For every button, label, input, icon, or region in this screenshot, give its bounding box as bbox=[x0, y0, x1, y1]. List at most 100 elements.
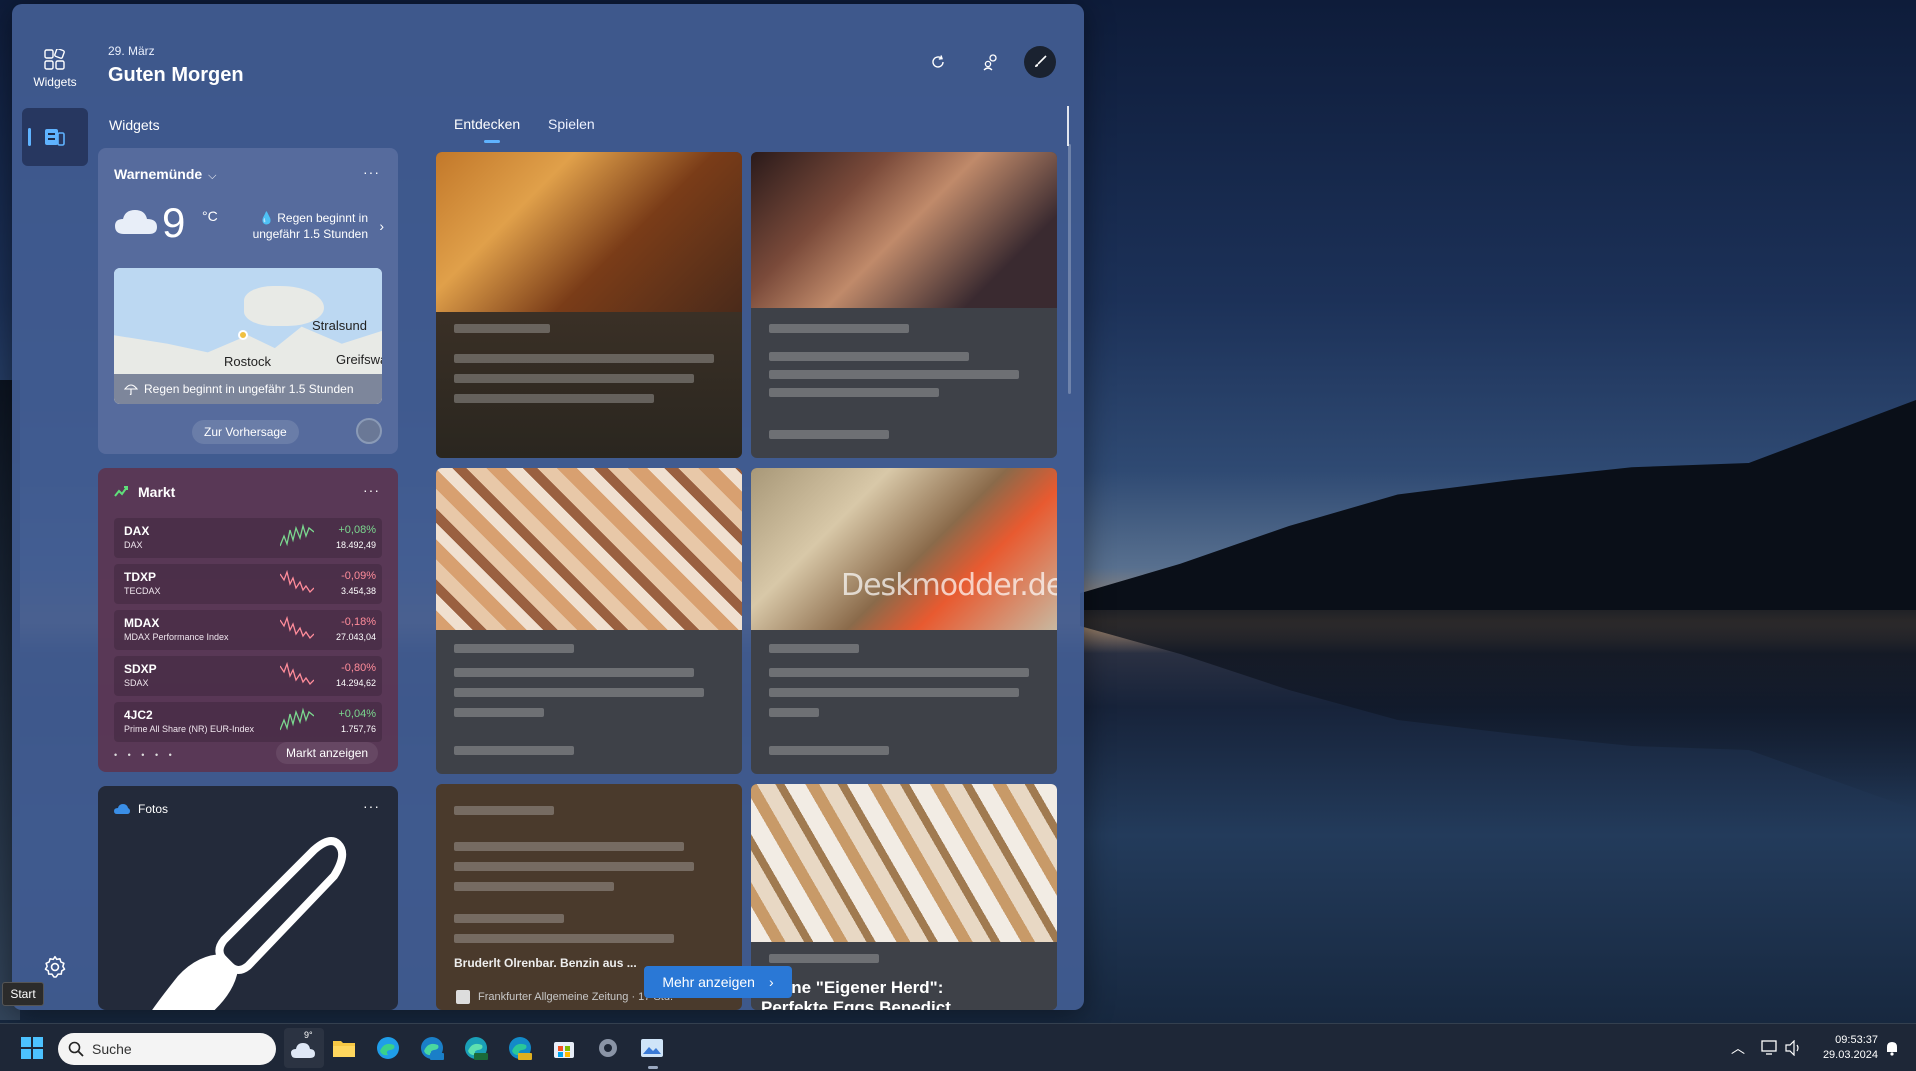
taskbar-edge-dev[interactable] bbox=[462, 1034, 490, 1062]
market-price: 27.043,04 bbox=[335, 632, 376, 642]
news-title-blurred bbox=[454, 708, 544, 717]
map-caption: Regen beginnt in ungefähr 1.5 Stunden bbox=[114, 374, 382, 404]
weather-menu-button[interactable]: ··· bbox=[363, 164, 380, 180]
market-menu-button[interactable]: ··· bbox=[363, 482, 380, 498]
market-row[interactable]: TDXP TECDAX -0,09% 3.454,38 bbox=[114, 564, 382, 604]
chevron-up-icon: ︿ bbox=[1731, 1040, 1745, 1056]
news-card[interactable] bbox=[751, 152, 1057, 458]
weather-location[interactable]: Warnemünde ⌵ bbox=[114, 166, 217, 183]
news-source-blurred bbox=[454, 324, 550, 333]
sparkline-chart bbox=[280, 661, 314, 686]
refresh-button[interactable] bbox=[922, 46, 954, 78]
forecast-button[interactable]: Zur Vorhersage bbox=[192, 420, 299, 444]
feed-scrollbar[interactable] bbox=[1068, 144, 1071, 394]
account-button[interactable] bbox=[975, 46, 1007, 78]
tab-games[interactable]: Spielen bbox=[548, 116, 595, 132]
edge-canary-icon bbox=[509, 1037, 532, 1060]
market-symbol: MDAX bbox=[124, 616, 160, 630]
market-row[interactable]: 4JC2 Prime All Share (NR) EUR-Index +0,04%… bbox=[114, 702, 382, 742]
paintbrush-icon bbox=[1035, 55, 1047, 67]
photos-widget[interactable]: Fotos ··· bbox=[98, 786, 398, 1010]
market-row[interactable]: SDXP SDAX -0,80% 14.294,62 bbox=[114, 656, 382, 696]
settings-gear-icon[interactable] bbox=[42, 954, 68, 980]
news-source: Frankfurter Allgemeine Zeitung · 17 Std. bbox=[456, 990, 673, 1004]
taskbar-widgets-button[interactable]: 9° bbox=[284, 1028, 324, 1068]
show-more-button[interactable]: Mehr anzeigen › bbox=[644, 966, 792, 998]
news-source-blurred bbox=[769, 954, 879, 963]
weather-unit: °C bbox=[202, 208, 218, 224]
taskbar-store[interactable] bbox=[550, 1034, 578, 1062]
chevron-down-icon: ⌵ bbox=[208, 170, 217, 182]
market-price: 14.294,62 bbox=[335, 678, 376, 688]
weather-map[interactable]: Stralsund Rostock Greifswa Regen beginnt… bbox=[114, 268, 382, 404]
market-price: 18.492,49 bbox=[335, 540, 376, 550]
settings-gear-icon bbox=[599, 1039, 617, 1057]
news-card[interactable] bbox=[436, 468, 742, 774]
umbrella-icon bbox=[124, 384, 138, 395]
market-index-name: SDAX bbox=[124, 678, 149, 688]
weather-avatar[interactable] bbox=[356, 418, 382, 444]
chevron-right-icon[interactable]: › bbox=[379, 218, 384, 234]
personalize-button[interactable] bbox=[1024, 46, 1056, 78]
desktop-mountain bbox=[1080, 400, 1916, 610]
weather-temperature: 9 bbox=[162, 199, 186, 246]
taskbar-edge-canary[interactable] bbox=[506, 1034, 534, 1062]
news-title-blurred bbox=[769, 388, 939, 397]
volume-button[interactable] bbox=[1780, 1034, 1808, 1062]
rail-feed-button[interactable] bbox=[22, 108, 88, 166]
market-symbol: 4JC2 bbox=[124, 708, 153, 722]
news-meta-blurred bbox=[769, 746, 889, 755]
folder-icon bbox=[333, 1041, 355, 1057]
rail-widgets-button[interactable]: Widgets bbox=[22, 40, 88, 98]
news-title-blurred bbox=[769, 708, 819, 717]
market-symbol: DAX bbox=[124, 524, 150, 538]
widgets-rail: Widgets bbox=[12, 4, 98, 1010]
taskbar-search[interactable]: Suche bbox=[58, 1033, 276, 1065]
news-image bbox=[751, 152, 1057, 308]
onedrive-cloud-icon bbox=[114, 804, 130, 814]
news-meta-blurred bbox=[454, 746, 574, 755]
show-market-button[interactable]: Markt anzeigen bbox=[276, 742, 379, 764]
taskbar-file-explorer[interactable] bbox=[330, 1034, 358, 1062]
market-price: 3.454,38 bbox=[340, 586, 376, 596]
taskbar-clock[interactable]: 09:53:37 29.03.2024 bbox=[1823, 1033, 1878, 1063]
market-row[interactable]: DAX DAX +0,08% 18.492,49 bbox=[114, 518, 382, 558]
desktop-lake-reflection bbox=[1080, 610, 1916, 810]
weather-location-label: Warnemünde bbox=[114, 166, 203, 182]
taskbar-settings[interactable] bbox=[594, 1034, 622, 1062]
news-source-blurred bbox=[769, 644, 859, 653]
market-change: -0,09% bbox=[341, 570, 376, 582]
sparkline-chart bbox=[280, 615, 314, 640]
news-card[interactable]: lumne "Eigener Herd": Perfekte Eggs Bene… bbox=[751, 784, 1057, 1010]
tab-discover[interactable]: Entdecken bbox=[454, 116, 520, 132]
search-icon bbox=[68, 1041, 84, 1057]
show-more-label: Mehr anzeigen bbox=[662, 974, 755, 990]
taskbar-edge-beta[interactable] bbox=[418, 1034, 446, 1062]
news-source-blurred bbox=[454, 806, 554, 815]
stock-chart-icon bbox=[114, 486, 128, 497]
news-title-blurred bbox=[454, 688, 704, 697]
weather-rain-notice: 💧 Regen beginnt in ungefähr 1.5 Stunden bbox=[238, 210, 368, 242]
news-source-blurred bbox=[454, 644, 574, 653]
search-placeholder: Suche bbox=[92, 1041, 132, 1057]
show-hidden-icons-button[interactable]: ︿ bbox=[1724, 1034, 1752, 1062]
paintbrush-icon bbox=[152, 837, 347, 1010]
notifications-button[interactable] bbox=[1878, 1034, 1906, 1062]
market-page-dots[interactable]: • • • • • bbox=[114, 750, 176, 760]
network-icon bbox=[1761, 1040, 1777, 1055]
map-city-rostock: Rostock bbox=[224, 354, 271, 369]
taskbar-edge[interactable] bbox=[374, 1034, 402, 1062]
photos-menu-button[interactable]: ··· bbox=[363, 798, 380, 814]
sparkline-chart bbox=[280, 569, 314, 594]
market-index-name: TECDAX bbox=[124, 586, 161, 596]
market-widget[interactable]: Markt ··· DAX DAX +0,08% 18.492,49 TDXP TECDA… bbox=[98, 468, 398, 772]
start-button[interactable] bbox=[18, 1034, 46, 1062]
taskbar-photos-app[interactable] bbox=[638, 1034, 666, 1062]
market-row[interactable]: MDAX MDAX Performance Index -0,18% 27.043,0… bbox=[114, 610, 382, 650]
board-greeting: Guten Morgen bbox=[108, 64, 244, 86]
news-card[interactable]: Deskmodder.de bbox=[751, 468, 1057, 774]
news-card[interactable] bbox=[436, 152, 742, 458]
market-symbol: SDXP bbox=[124, 662, 157, 676]
weather-widget[interactable]: Warnemünde ⌵ ··· 9 °C 💧 Regen beginnt in … bbox=[98, 148, 398, 454]
market-price: 1.757,76 bbox=[340, 724, 376, 734]
